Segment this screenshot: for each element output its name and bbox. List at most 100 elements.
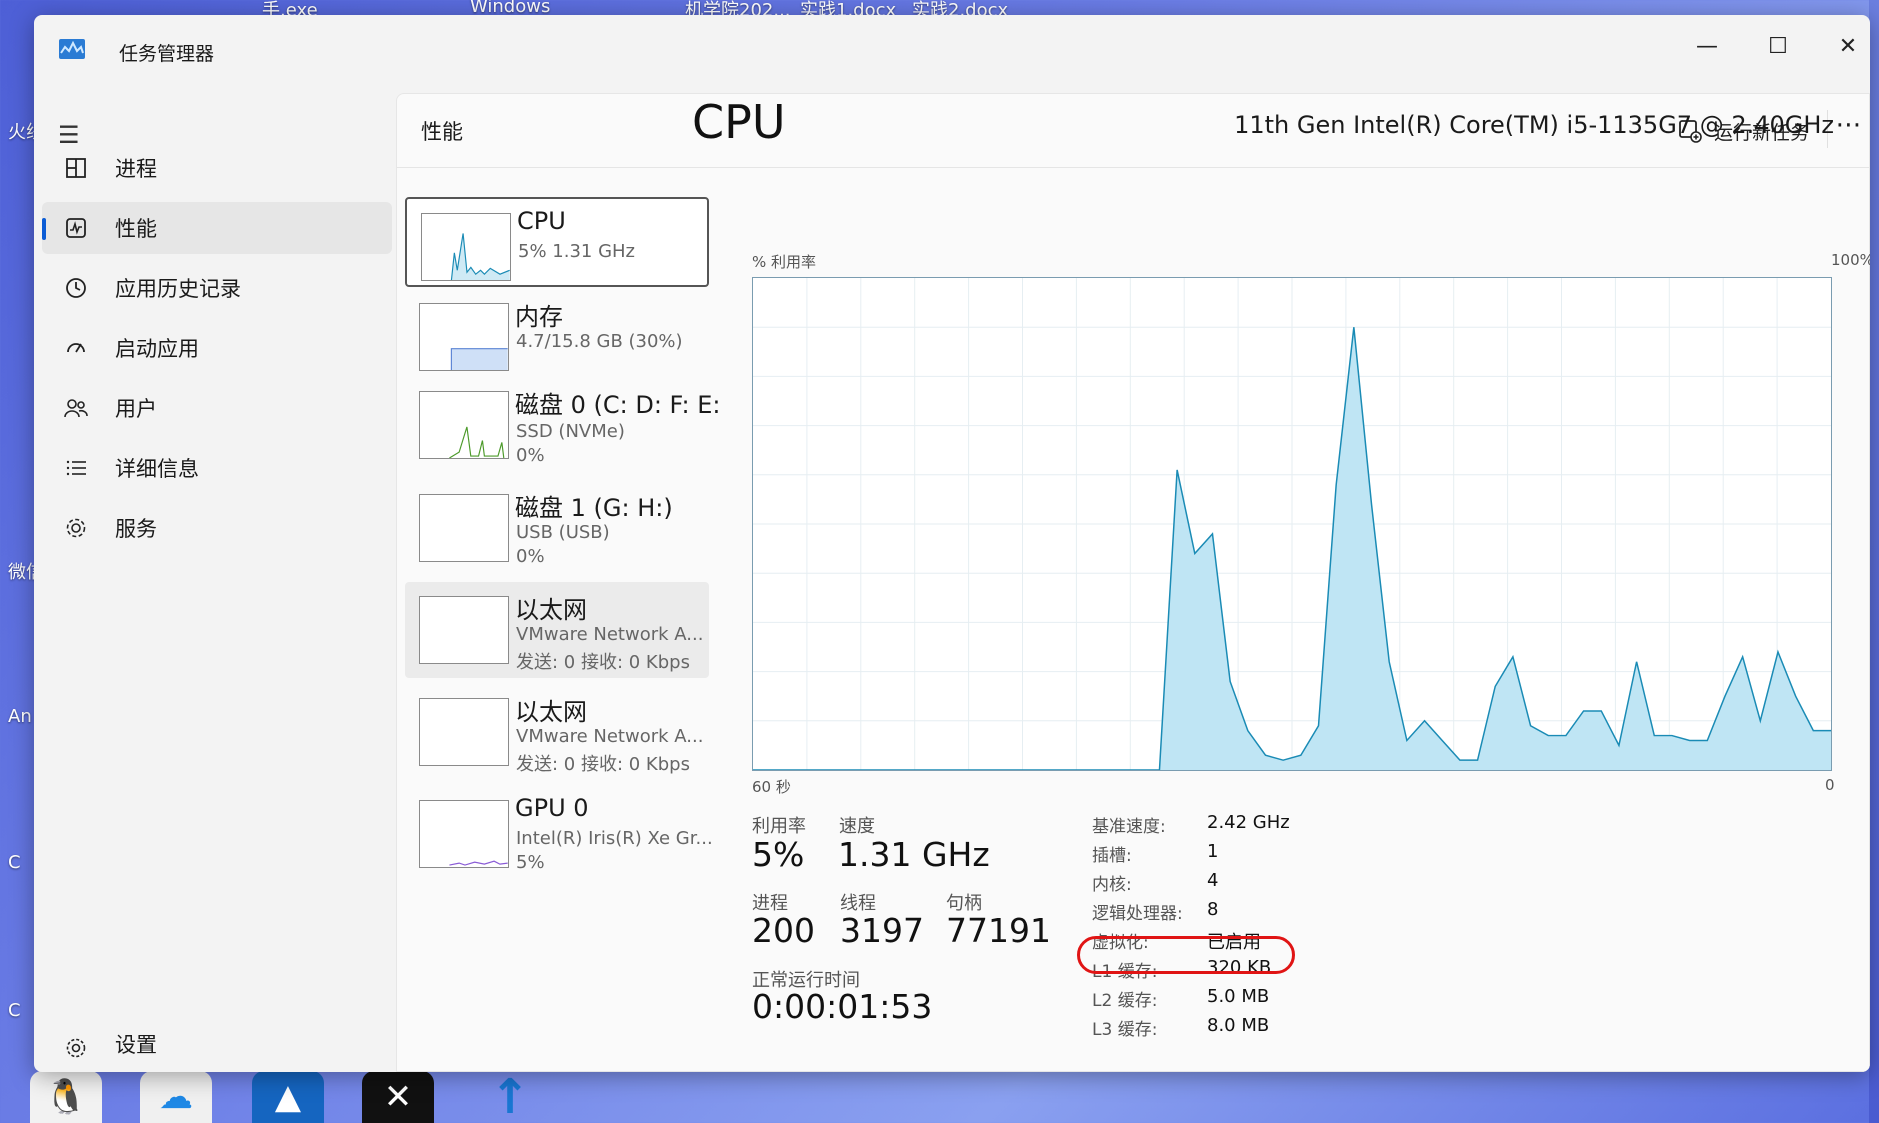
memory-thumbnail-graph — [419, 303, 509, 371]
device-throughput: 发送: 0 接收: 0 Kbps — [516, 652, 690, 673]
todesk-icon[interactable]: ↑ — [474, 1069, 546, 1123]
minimize-button[interactable]: — — [1681, 27, 1733, 65]
active-indicator — [42, 218, 46, 240]
sidebar-item-services[interactable]: 服务 — [42, 502, 392, 554]
device-title: 磁盘 0 (C: D: F: E: — [515, 391, 721, 419]
processes-icon — [64, 156, 88, 180]
virtualization-highlight-annotation — [1077, 936, 1295, 974]
task-manager-window: 任务管理器 — ☐ ✕ ☰ 进程 性能 应用历史记录 启动应用 用户 详细信息 … — [34, 15, 1870, 1072]
device-title: 内存 — [515, 303, 563, 331]
device-subtitle: Intel(R) Iris(R) Xe Gr... — [516, 828, 713, 849]
more-icon: ⋯ — [1835, 110, 1862, 140]
device-subtitle: USB (USB) — [516, 522, 610, 543]
x-axis-end-label: 0 — [1825, 776, 1835, 794]
close-icon: ✕ — [1838, 33, 1858, 59]
device-title: 以太网 — [515, 698, 587, 726]
device-title: GPU 0 — [515, 794, 589, 822]
desktop-item-label[interactable]: An — [8, 706, 32, 727]
device-title: CPU — [517, 207, 566, 235]
spec-label: 内核: — [1092, 875, 1132, 895]
device-throughput: 发送: 0 接收: 0 Kbps — [516, 754, 690, 775]
spec-label: 基准速度: — [1092, 817, 1166, 837]
close-button[interactable]: ✕ — [1822, 27, 1870, 65]
sidebar-item-details[interactable]: 详细信息 — [42, 442, 392, 494]
sidebar-item-label: 服务 — [115, 517, 157, 541]
title-bar[interactable]: 任务管理器 — ☐ ✕ — [34, 15, 1870, 75]
spec-value: 5.0 MB — [1207, 986, 1270, 1007]
device-title: 以太网 — [515, 596, 587, 624]
desktop-item-label[interactable]: C — [8, 1000, 21, 1021]
device-cpu[interactable]: CPU 5% 1.31 GHz — [405, 197, 709, 287]
device-title: 磁盘 1 (G: H:) — [515, 494, 673, 522]
sidebar-item-label: 进程 — [115, 157, 157, 181]
details-icon — [64, 456, 88, 480]
device-disk-1[interactable]: 磁盘 1 (G: H:) USB (USB) 0% — [405, 480, 709, 570]
device-subtitle: VMware Network A... — [516, 624, 704, 645]
device-disk-0[interactable]: 磁盘 0 (C: D: F: E: SSD (NVMe) 0% — [405, 377, 720, 467]
threads-value: 3197 — [840, 911, 924, 950]
page-title: 性能 — [421, 120, 463, 144]
disk0-thumbnail-graph — [419, 391, 509, 459]
sidebar-item-label: 设置 — [115, 1033, 157, 1057]
cpu-utilization-graph — [752, 277, 1832, 771]
device-usage: 0% — [516, 546, 545, 567]
processes-value: 200 — [752, 911, 815, 950]
sidebar-item-settings[interactable]: 设置 — [42, 1022, 342, 1066]
spec-label: L3 缓存: — [1092, 1020, 1158, 1040]
speed-value: 1.31 GHz — [838, 835, 990, 874]
device-gpu-0[interactable]: GPU 0 Intel(R) Iris(R) Xe Gr... 5% — [405, 786, 713, 876]
desktop-wallpaper-edge — [1869, 0, 1879, 1123]
device-usage: 0% — [516, 445, 545, 466]
cloud-icon[interactable]: ☁ — [140, 1071, 212, 1123]
sidebar-item-label: 详细信息 — [115, 457, 199, 481]
utilization-value: 5% — [752, 835, 805, 874]
spec-label: L2 缓存: — [1092, 991, 1158, 1011]
lanhu-icon[interactable]: ▲ — [252, 1071, 324, 1123]
sidebar-item-users[interactable]: 用户 — [42, 382, 392, 434]
device-ethernet-1[interactable]: 以太网 VMware Network A... 发送: 0 接收: 0 Kbps — [405, 582, 709, 678]
users-icon — [64, 396, 88, 420]
spec-value: 8 — [1207, 899, 1219, 920]
device-subtitle: VMware Network A... — [516, 726, 704, 747]
taskbar: 🐧 ☁ ▲ ✕ ↑ — [0, 1069, 1879, 1123]
cpu-model-name: 11th Gen Intel(R) Core(TM) i5-1135G7 @ 2… — [1234, 111, 1834, 139]
cpu-thumbnail-graph — [421, 213, 511, 281]
minimize-icon: — — [1696, 33, 1718, 59]
desktop-item-label[interactable]: C — [8, 852, 21, 873]
sidebar-item-label: 应用历史记录 — [115, 277, 241, 301]
ethernet2-thumbnail-graph — [419, 698, 509, 766]
sidebar-item-app-history[interactable]: 应用历史记录 — [42, 262, 392, 314]
services-icon — [64, 516, 88, 540]
maximize-button[interactable]: ☐ — [1752, 27, 1804, 65]
gpu-thumbnail-graph — [419, 800, 509, 868]
qq-icon[interactable]: 🐧 — [30, 1071, 102, 1123]
device-subtitle: 4.7/15.8 GB (30%) — [516, 331, 683, 352]
disk1-thumbnail-graph — [419, 494, 509, 562]
y-axis-label: % 利用率 — [752, 253, 817, 271]
window-title: 任务管理器 — [119, 43, 215, 65]
device-ethernet-2[interactable]: 以太网 VMware Network A... 发送: 0 接收: 0 Kbps — [405, 684, 709, 775]
cpu-heading: CPU — [692, 95, 786, 149]
history-icon — [64, 276, 88, 300]
capcut-icon[interactable]: ✕ — [362, 1071, 434, 1123]
device-subtitle: SSD (NVMe) — [516, 421, 625, 442]
spec-value: 2.42 GHz — [1207, 812, 1290, 833]
uptime-value: 0:00:01:53 — [752, 987, 933, 1026]
device-usage: 5% — [516, 852, 545, 873]
spec-label: 插槽: — [1092, 846, 1132, 866]
sidebar-item-label: 启动应用 — [115, 337, 199, 361]
device-memory[interactable]: 内存 4.7/15.8 GB (30%) — [405, 289, 709, 379]
sidebar-item-label: 性能 — [115, 217, 157, 241]
spec-value: 1 — [1207, 841, 1219, 862]
handles-value: 77191 — [946, 911, 1051, 950]
sidebar-item-label: 用户 — [115, 397, 157, 421]
settings-gear-icon — [64, 1036, 88, 1060]
task-manager-app-icon — [59, 39, 85, 59]
spec-value: 4 — [1207, 870, 1219, 891]
ethernet1-thumbnail-graph — [419, 596, 509, 664]
sidebar-item-processes[interactable]: 进程 — [42, 142, 392, 194]
y-axis-max-label: 100% — [1831, 251, 1870, 269]
sidebar-item-startup[interactable]: 启动应用 — [42, 322, 392, 374]
spec-label: 逻辑处理器: — [1092, 904, 1183, 924]
sidebar-item-performance[interactable]: 性能 — [42, 202, 392, 254]
